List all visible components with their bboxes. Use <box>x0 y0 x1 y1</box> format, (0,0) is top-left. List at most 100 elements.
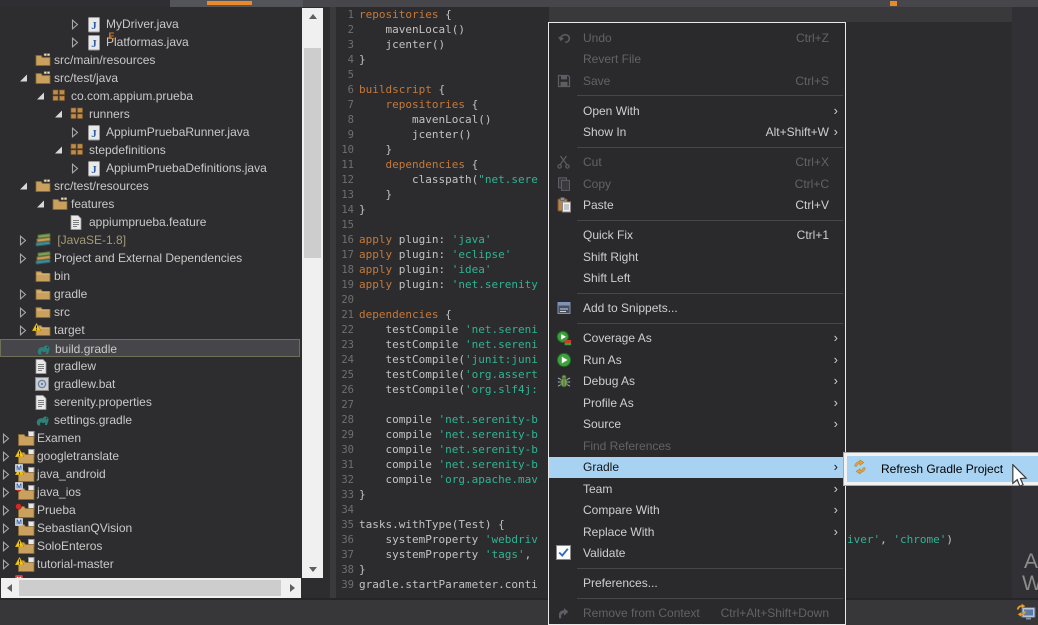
chevron-collapsed-icon[interactable] <box>2 523 14 534</box>
chevron-expanded-icon[interactable] <box>19 73 31 84</box>
menu-item-run-as[interactable]: Run As› <box>549 349 845 371</box>
menu-item-gradle[interactable]: Gradle› <box>549 457 845 479</box>
tree-item-co-com-appium-prueba[interactable]: co.com.appium.prueba <box>0 87 300 105</box>
tree-item-gradlew[interactable]: gradlew <box>0 357 300 375</box>
menu-item-coverage-as[interactable]: Coverage As› <box>549 328 845 350</box>
menu-item-remove-from-context: Remove from ContextCtrl+Alt+Shift+Down <box>549 603 845 625</box>
chevron-collapsed-icon[interactable] <box>71 127 83 138</box>
tree-item-tutorial-master[interactable]: tutorial-master <box>0 555 300 573</box>
chevron-collapsed-icon[interactable] <box>2 451 14 462</box>
java-file-icon: J <box>87 160 105 176</box>
tree-item-stepdefinitions[interactable]: stepdefinitions <box>0 141 300 159</box>
tree-item-runners[interactable]: runners <box>0 105 300 123</box>
chevron-expanded-icon[interactable] <box>54 109 66 120</box>
code-token: buildscript <box>359 83 432 96</box>
chevron-collapsed-icon[interactable] <box>71 37 83 48</box>
tree-item-bin[interactable]: bin <box>0 267 300 285</box>
tree-vertical-scrollbar[interactable] <box>302 8 323 578</box>
tree-item-serenity-properties[interactable]: serenity.properties <box>0 393 300 411</box>
gradle-sync-status-icon[interactable] <box>1016 603 1036 622</box>
scroll-down-button[interactable] <box>302 561 323 578</box>
tree-item-soloenteros[interactable]: SoloEnteros <box>0 537 300 555</box>
chevron-collapsed-icon[interactable] <box>19 235 31 246</box>
text-file-icon <box>70 214 88 230</box>
menu-item-validate[interactable]: Validate <box>549 543 845 565</box>
menu-item-shortcut: Ctrl+X <box>795 155 829 169</box>
tree-item-project-and-external-dependencies[interactable]: Project and External Dependencies <box>0 249 300 267</box>
horizontal-scroll-thumb[interactable] <box>19 580 281 596</box>
chevron-collapsed-icon[interactable] <box>71 19 83 30</box>
menu-item-shift-left[interactable]: Shift Left <box>549 268 845 290</box>
menu-item-quick-fix[interactable]: Quick FixCtrl+1 <box>549 225 845 247</box>
package-icon <box>70 142 88 158</box>
menu-item-show-in[interactable]: Show InAlt+Shift+W› <box>549 122 845 144</box>
menu-item-add-to-snippets-[interactable]: Add to Snippets... <box>549 298 845 320</box>
chevron-collapsed-icon[interactable] <box>2 433 14 444</box>
chevron-collapsed-icon[interactable] <box>2 559 14 570</box>
tree-item-src-main-resources[interactable]: src/main/resources <box>0 51 300 69</box>
tree-item-sebastianqvision[interactable]: MSebastianQVision <box>0 519 300 537</box>
tree-item-googletranslate[interactable]: googletranslate <box>0 447 300 465</box>
chevron-expanded-icon[interactable] <box>54 145 66 156</box>
menu-item-shift-right[interactable]: Shift Right <box>549 246 845 268</box>
chevron-collapsed-icon[interactable] <box>19 253 31 264</box>
tree-item-appiumprueba-feature[interactable]: appiumprueba.feature <box>0 213 300 231</box>
tree-item-label: [JavaSE-1.8] <box>54 233 126 247</box>
chevron-collapsed-icon[interactable] <box>2 541 14 552</box>
project-explorer[interactable]: JMyDriver.javaJEPlatformas.javasrc/main/… <box>0 7 330 598</box>
scroll-right-button[interactable] <box>284 578 301 598</box>
chevron-collapsed-icon[interactable] <box>19 307 31 318</box>
tree-item-examen[interactable]: Examen <box>0 429 300 447</box>
code-token: testCompile( <box>359 383 465 396</box>
tree-item-src-test-java[interactable]: src/test/java <box>0 69 300 87</box>
code-token: compile <box>359 428 438 441</box>
code-token: 'net.serenity-b <box>438 443 537 456</box>
tree-item-java-android[interactable]: Mjava_android <box>0 465 300 483</box>
tree-item-appiumpruebarunner-java[interactable]: JAppiumPruebaRunner.java <box>0 123 300 141</box>
tree-item-gradlew-bat[interactable]: gradlew.bat <box>0 375 300 393</box>
package-icon <box>70 106 88 122</box>
vertical-scroll-thumb[interactable] <box>304 48 321 258</box>
tree-item-src-test-resources[interactable]: src/test/resources <box>0 177 300 195</box>
tree-item-build-gradle[interactable]: build.gradle <box>0 339 300 357</box>
line-number: 21 <box>336 308 354 323</box>
chevron-collapsed-icon[interactable] <box>19 325 31 336</box>
tree-item-features[interactable]: features <box>0 195 300 213</box>
tree-item-mydriver-java[interactable]: JMyDriver.java <box>0 15 300 33</box>
tree-item-label: java_android <box>37 467 106 481</box>
menu-item-compare-with[interactable]: Compare With› <box>549 500 845 522</box>
scroll-left-button[interactable] <box>1 578 18 598</box>
tree-item-settings-gradle[interactable]: settings.gradle <box>0 411 300 429</box>
chevron-expanded-icon[interactable] <box>36 199 48 210</box>
chevron-collapsed-icon[interactable] <box>71 163 83 174</box>
tree-item-platformas-java[interactable]: JEPlatformas.java <box>0 33 300 51</box>
tree-item-src[interactable]: src <box>0 303 300 321</box>
menu-item-team[interactable]: Team› <box>549 478 845 500</box>
chevron-collapsed-icon[interactable] <box>2 469 14 480</box>
tree-item-jre-system-library[interactable]: [JavaSE-1.8] <box>0 231 300 249</box>
chevron-collapsed-icon[interactable] <box>2 505 14 516</box>
code-line: dependencies { <box>359 308 452 323</box>
chevron-collapsed-icon[interactable] <box>2 487 14 498</box>
menu-item-source[interactable]: Source› <box>549 414 845 436</box>
tree-item-java-ios[interactable]: Mjava_ios <box>0 483 300 501</box>
submenu-item-refresh-gradle-project[interactable]: Refresh Gradle Project <box>847 456 1038 482</box>
tree-item-target[interactable]: target <box>0 321 300 339</box>
menu-item-open-with[interactable]: Open With› <box>549 100 845 122</box>
project-tree[interactable]: JMyDriver.javaJEPlatformas.javasrc/main/… <box>0 7 302 578</box>
tree-item-appiumpruebadefinitions-java[interactable]: JAppiumPruebaDefinitions.java <box>0 159 300 177</box>
menu-item-replace-with[interactable]: Replace With› <box>549 521 845 543</box>
menu-item-paste[interactable]: PasteCtrl+V <box>549 195 845 217</box>
code-token: apply <box>359 233 392 246</box>
tree-item-label: features <box>71 197 114 211</box>
menu-item-debug-as[interactable]: Debug As› <box>549 371 845 393</box>
chevron-expanded-icon[interactable] <box>36 91 48 102</box>
chevron-expanded-icon[interactable] <box>19 181 31 192</box>
menu-item-preferences-[interactable]: Preferences... <box>549 573 845 595</box>
scroll-up-button[interactable] <box>302 8 323 25</box>
tree-horizontal-scrollbar[interactable] <box>1 578 301 598</box>
menu-item-profile-as[interactable]: Profile As› <box>549 392 845 414</box>
tree-item-gradle[interactable]: gradle <box>0 285 300 303</box>
tree-item-prueba[interactable]: Prueba <box>0 501 300 519</box>
chevron-collapsed-icon[interactable] <box>19 289 31 300</box>
